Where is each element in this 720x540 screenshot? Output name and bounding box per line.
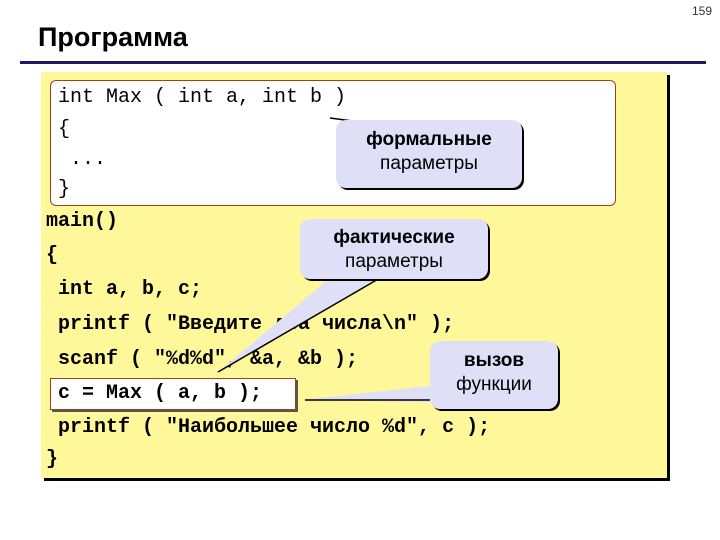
callout-function-call: вызов функции: [430, 341, 558, 409]
code-line-printf-prompt: printf ( "Введите два числа\n" );: [46, 313, 455, 336]
callout-formal-parameters: формальные параметры: [336, 120, 522, 188]
callout-formal-line2: параметры: [380, 153, 478, 174]
code-line-main: main(): [46, 210, 119, 233]
code-line-main-close-brace: }: [46, 448, 59, 471]
callout-actual-line2: параметры: [345, 251, 443, 272]
code-line-printf-result: printf ( "Наибольшее число %d", c );: [46, 416, 491, 439]
code-line-call-max: c = Max ( a, b );: [46, 382, 263, 405]
callout-actual-parameters: фактические параметры: [300, 219, 488, 279]
code-line-scanf: scanf ( "%d%d", &a, &b );: [46, 348, 359, 371]
code-line-func-header: int Max ( int a, int b ): [58, 86, 347, 109]
callout-call-line1: вызов: [463, 350, 525, 371]
code-line-func-body: ...: [58, 148, 107, 171]
title-underline: [20, 61, 706, 64]
callout-actual-line1: фактические: [333, 227, 455, 248]
callout-call-line2: функции: [456, 374, 532, 395]
page-number: 159: [691, 4, 712, 18]
code-line-func-close-brace: }: [58, 178, 71, 201]
code-line-main-open-brace: {: [46, 244, 59, 267]
slide-title: Программа: [38, 22, 188, 52]
code-line-declare: int a, b, c;: [46, 278, 203, 301]
code-line-func-open-brace: {: [58, 118, 71, 141]
callout-formal-line1: формальные: [366, 129, 492, 150]
